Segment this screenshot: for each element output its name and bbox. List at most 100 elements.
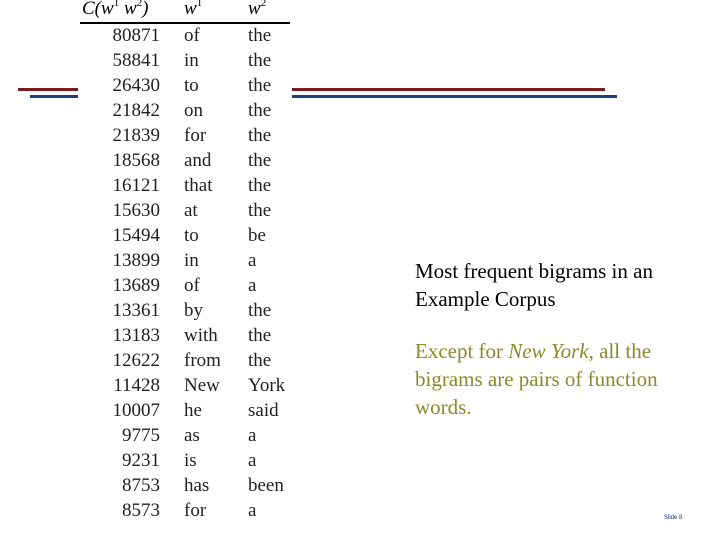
cell-w2: the <box>248 25 272 46</box>
cell-count: 80871 <box>112 25 161 46</box>
cell-w2: a <box>248 450 257 471</box>
table-row: 13361 by the <box>80 299 290 324</box>
table-row: 9231 is a <box>80 449 290 474</box>
cell-w2: the <box>248 200 272 221</box>
cell-w1: is <box>184 450 197 471</box>
cell-count: 16121 <box>112 175 161 196</box>
table-row: 26430 to the <box>80 74 290 99</box>
cell-count: 8753 <box>122 475 160 496</box>
table-row: 18568 and the <box>80 149 290 174</box>
cell-count: 13361 <box>112 300 161 321</box>
cell-w1: to <box>184 225 199 246</box>
cell-w1: that <box>184 175 213 196</box>
cell-count: 15630 <box>112 200 161 221</box>
table-row: 13899 in a <box>80 249 290 274</box>
table-row: 13689 of a <box>80 274 290 299</box>
cell-w2: a <box>248 425 257 446</box>
header-w2: w2 <box>248 0 266 20</box>
cell-w2: the <box>248 350 272 371</box>
cell-count: 13183 <box>112 325 161 346</box>
cell-w1: of <box>184 25 200 46</box>
table-row: 21842 on the <box>80 99 290 124</box>
cell-count: 12622 <box>112 350 161 371</box>
cell-w2: the <box>248 75 272 96</box>
cell-w2: the <box>248 100 272 121</box>
bigram-table: C(w1 w2) w1 w2 80871 of the 58841 in the 26430… <box>80 0 290 524</box>
note-emphasis: New York <box>508 339 589 363</box>
caption-line-1: Most frequent bigrams in an <box>415 259 653 283</box>
table-row: 80871 of the <box>80 24 290 49</box>
cell-w1: for <box>184 500 207 521</box>
cell-count: 15494 <box>112 225 161 246</box>
cell-count: 9775 <box>122 425 160 446</box>
cell-w1: of <box>184 275 200 296</box>
title-rule-left-blue <box>30 95 78 98</box>
cell-w2: a <box>248 500 257 521</box>
cell-w1: by <box>184 300 203 321</box>
note-before: Except for <box>415 339 509 363</box>
cell-w1: to <box>184 75 199 96</box>
table-row: 13183 with the <box>80 324 290 349</box>
cell-w2: be <box>248 225 266 246</box>
table-row: 58841 in the <box>80 49 290 74</box>
header-count-end: ) <box>142 0 149 19</box>
table-row: 9775 as a <box>80 424 290 449</box>
cell-w2: the <box>248 125 272 146</box>
table-row: 10007 he said <box>80 399 290 424</box>
caption: Most frequent bigrams in an Example Corp… <box>415 257 705 313</box>
cell-w1: has <box>184 475 210 496</box>
cell-count: 11428 <box>113 375 160 396</box>
cell-w1: New <box>184 375 220 396</box>
table-row: 8573 for a <box>80 499 290 524</box>
header-w1-base: w <box>184 0 197 19</box>
header-w1: w1 <box>184 0 202 20</box>
cell-count: 8573 <box>122 500 160 521</box>
cell-count: 21842 <box>112 100 161 121</box>
table-row: 15630 at the <box>80 199 290 224</box>
cell-w2: the <box>248 50 272 71</box>
table-row: 12622 from the <box>80 349 290 374</box>
cell-w1: with <box>184 325 218 346</box>
cell-w1: in <box>184 50 199 71</box>
table-row: 21839 for the <box>80 124 290 149</box>
cell-count: 13689 <box>112 275 161 296</box>
cell-w2: the <box>248 175 272 196</box>
cell-w2: the <box>248 325 272 346</box>
header-w1-sup: 1 <box>196 0 203 9</box>
table-row: 15494 to be <box>80 224 290 249</box>
cell-count: 13899 <box>112 250 161 271</box>
cell-w2: the <box>248 300 272 321</box>
cell-w1: he <box>184 400 202 421</box>
slide-number: Slide 8 <box>664 515 683 521</box>
cell-count: 21839 <box>112 125 161 146</box>
table-row: 8753 has been <box>80 474 290 499</box>
header-w2-base: w <box>248 0 261 19</box>
title-rule-right-red <box>292 88 605 91</box>
table-header: C(w1 w2) w1 w2 <box>80 0 290 24</box>
cell-w2: been <box>248 475 284 496</box>
cell-count: 18568 <box>112 150 161 171</box>
table-body: 80871 of the 58841 in the 26430 to the 21842 on the… <box>80 24 290 524</box>
cell-w2: said <box>248 400 279 421</box>
cell-w1: for <box>184 125 207 146</box>
header-count-base: C(w <box>82 0 114 19</box>
header-count: C(w1 w2) <box>82 0 148 20</box>
title-rule-right-blue <box>292 95 617 98</box>
cell-w1: in <box>184 250 199 271</box>
caption-line-2: Example Corpus <box>415 287 556 311</box>
cell-count: 9231 <box>122 450 160 471</box>
cell-w2: a <box>248 250 257 271</box>
note-text: Except for New York, all the bigrams are… <box>415 337 705 421</box>
cell-w2: a <box>248 275 257 296</box>
cell-w1: at <box>184 200 198 221</box>
cell-count: 26430 <box>112 75 161 96</box>
cell-count: 10007 <box>112 400 161 421</box>
title-rule-left-red <box>18 88 78 91</box>
cell-w1: and <box>184 150 212 171</box>
cell-w1: on <box>184 100 203 121</box>
cell-w2: the <box>248 150 272 171</box>
cell-w2: York <box>248 375 286 396</box>
cell-w1: as <box>184 425 200 446</box>
header-w2-sup: 2 <box>260 0 267 9</box>
cell-w1: from <box>184 350 221 371</box>
